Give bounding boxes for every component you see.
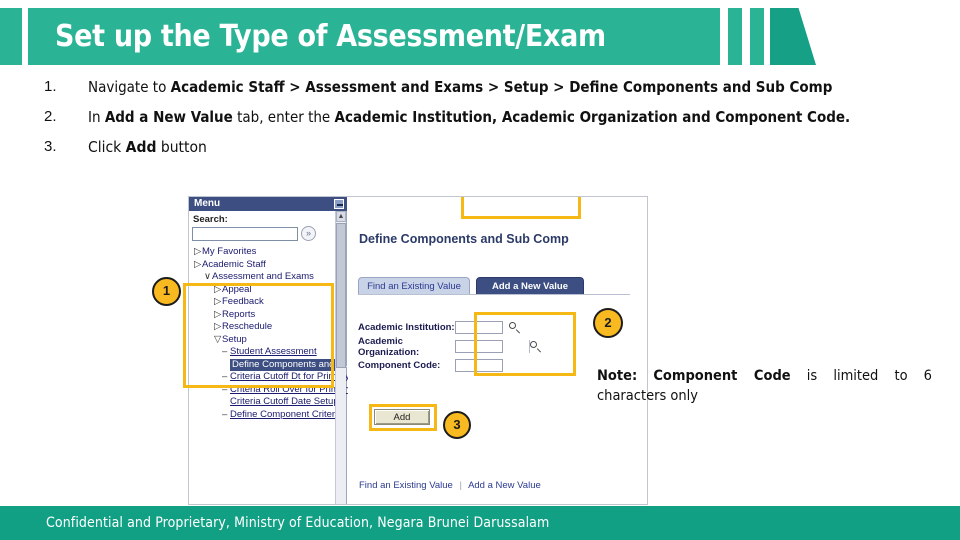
content-panel: Define Components and Sub Comp Find an E… — [348, 197, 647, 504]
field-label: Component Code: — [358, 360, 441, 371]
footer-text: Confidential and Proprietary, Ministry o… — [46, 515, 550, 531]
link-find-an-existing-value[interactable]: Find an Existing Value — [359, 480, 453, 491]
instruction-list: 1. Navigate to Academic Staff > Assessme… — [36, 76, 936, 166]
tree-toggle-icon[interactable]: ▷ — [194, 259, 202, 272]
menu-tree-item-label: Assessment and Exams — [212, 271, 314, 282]
highlight-box-menu-tree — [183, 283, 331, 388]
callout-badge-1: 1 — [152, 277, 181, 306]
menu-tree-item-label: My Favorites — [202, 246, 257, 257]
list-item-number: 1. — [44, 78, 57, 95]
menu-panel-title: Menu — [194, 198, 221, 209]
menu-tree-item[interactable]: ▷Academic Staff — [192, 259, 335, 272]
tree-toggle-icon[interactable]: ▷ — [194, 246, 202, 259]
page-title: Set up the Type of Assessment/Exam — [55, 19, 606, 54]
highlight-box-form-fields — [474, 312, 576, 376]
list-item-text: Click Add button — [88, 136, 207, 159]
menu-tree-item[interactable]: – Define Component Criteria — [192, 409, 342, 422]
note-text: Note: Component Code is limited to 6 cha… — [597, 366, 932, 406]
field-label: Academic Organization: — [358, 335, 420, 358]
tree-toggle-icon[interactable]: – — [222, 409, 230, 422]
tree-toggle-icon[interactable]: ∨ — [204, 271, 212, 284]
text-emphasis: Component Code — [653, 368, 791, 384]
text-emphasis: Academic Institution, Academic Organizat… — [334, 108, 851, 126]
highlight-box-tab — [461, 197, 581, 219]
link-add-a-new-value[interactable]: Add a New Value — [468, 480, 541, 491]
tab-bar: Find an Existing Value Add a New Value — [358, 277, 636, 295]
tab-find-an-existing-value[interactable]: Find an Existing Value — [358, 277, 470, 294]
highlight-box-add-button — [369, 404, 437, 431]
header-accent-block-left — [0, 8, 22, 65]
text-emphasis: Academic Staff > Assessment and Exams > … — [170, 78, 833, 96]
scrollbar-thumb[interactable] — [336, 223, 346, 368]
minimize-icon[interactable] — [334, 199, 344, 209]
tab-add-a-new-value[interactable]: Add a New Value — [476, 277, 584, 294]
text-fragment: Navigate to — [88, 78, 171, 96]
tab-label: Find an Existing Value — [367, 281, 461, 292]
callout-badge-2: 2 — [593, 308, 623, 338]
list-item: 3. Click Add button — [36, 136, 936, 159]
slide: Set up the Type of Assessment/Exam 1. Na… — [0, 0, 960, 540]
list-item-text: In Add a New Value tab, enter the Academ… — [88, 106, 850, 129]
text-emphasis: Note: — [597, 368, 638, 384]
callout-badge-3: 3 — [443, 411, 471, 439]
text-fragment: Click — [88, 138, 126, 156]
link-separator: | — [459, 480, 462, 491]
double-chevron-right-icon[interactable]: » — [301, 226, 316, 241]
text-fragment: button — [156, 138, 207, 156]
list-item-number: 2. — [44, 108, 57, 125]
search-label: Search: — [193, 214, 228, 225]
field-label: Academic Institution: — [358, 322, 455, 333]
menu-tree-item[interactable]: ▷My Favorites — [192, 246, 335, 259]
tab-label: Add a New Value — [491, 281, 569, 292]
menu-tree-item[interactable]: ∨Assessment and Exams — [192, 271, 335, 284]
text-emphasis: Add a New Value — [104, 108, 233, 126]
list-item-text: Navigate to Academic Staff > Assessment … — [88, 76, 832, 99]
menu-tree-item-label: Criteria Cutoff Date Setup — [230, 396, 339, 407]
menu-panel-header: Menu — [189, 197, 347, 211]
caret-up-icon[interactable]: ▲ — [336, 211, 346, 222]
highlight-box-menu-tree-right — [322, 283, 334, 388]
search-row: » — [192, 226, 335, 241]
content-page-title: Define Components and Sub Comp — [359, 232, 569, 246]
header-accent-bar-2 — [750, 8, 764, 65]
search-input[interactable] — [192, 226, 298, 241]
menu-tree-item-label: Academic Staff — [202, 258, 266, 270]
menu-tree-item-label: Define Component Criteria — [230, 408, 343, 420]
list-item-number: 3. — [44, 138, 57, 155]
menu-tree-item[interactable]: Criteria Cutoff Date Setup — [192, 396, 339, 409]
text-fragment — [637, 368, 653, 384]
header-trapezoid-shape — [770, 8, 816, 65]
list-item: 2. In Add a New Value tab, enter the Aca… — [36, 106, 936, 129]
menu-scrollbar[interactable]: ▲ — [335, 211, 346, 504]
header-accent-bar-1 — [728, 8, 742, 65]
text-emphasis: Add — [125, 138, 157, 156]
list-item: 1. Navigate to Academic Staff > Assessme… — [36, 76, 936, 99]
bottom-links: Find an Existing Value | Add a New Value — [359, 480, 541, 491]
text-fragment: In — [88, 108, 105, 126]
text-fragment: tab, enter the — [232, 108, 335, 126]
